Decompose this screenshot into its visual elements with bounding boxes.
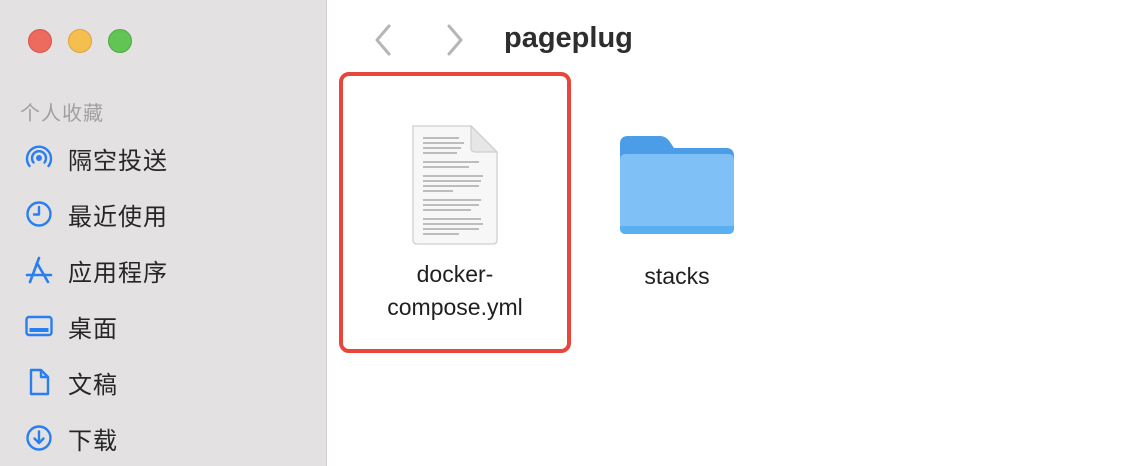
close-window-button[interactable] bbox=[28, 29, 52, 53]
sidebar-item-desktop[interactable]: 桌面 bbox=[0, 301, 327, 351]
file-name: stacks bbox=[644, 263, 710, 289]
file-item-stacks[interactable]: stacks bbox=[597, 130, 757, 293]
sidebar-item-label: 下载 bbox=[68, 426, 118, 455]
zoom-window-button[interactable] bbox=[108, 29, 132, 53]
sidebar-item-label: 文稿 bbox=[68, 370, 118, 399]
sidebar-item-label: 隔空投送 bbox=[68, 146, 168, 175]
sidebar-item-applications[interactable]: 应用程序 bbox=[0, 245, 327, 295]
sidebar-item-label: 最近使用 bbox=[68, 202, 168, 231]
minimize-window-button[interactable] bbox=[68, 29, 92, 53]
forward-button[interactable] bbox=[438, 22, 470, 58]
sidebar-item-documents[interactable]: 文稿 bbox=[0, 357, 327, 407]
folder-icon bbox=[620, 136, 734, 234]
applications-icon bbox=[25, 256, 53, 284]
file-name-line2: compose.yml bbox=[387, 294, 523, 320]
sidebar-section-title: 个人收藏 bbox=[20, 101, 104, 125]
file-name-line1: docker- bbox=[416, 261, 494, 287]
clock-icon bbox=[26, 201, 52, 227]
sidebar-item-label: 桌面 bbox=[68, 314, 118, 343]
sidebar: 个人收藏 隔空投送 最近使用 应用程序 桌面 文稿 下载 bbox=[0, 0, 327, 466]
download-icon bbox=[26, 425, 52, 451]
sidebar-item-recents[interactable]: 最近使用 bbox=[0, 189, 327, 239]
document-icon bbox=[29, 368, 50, 396]
airdrop-icon bbox=[25, 145, 53, 168]
file-item-docker-compose[interactable]: docker- compose.yml bbox=[355, 122, 555, 324]
window-title: pageplug bbox=[504, 22, 633, 54]
sidebar-item-label: 应用程序 bbox=[68, 258, 168, 287]
sidebar-item-airdrop[interactable]: 隔空投送 bbox=[0, 133, 327, 183]
desktop-icon bbox=[25, 315, 53, 337]
sidebar-item-downloads[interactable]: 下载 bbox=[0, 413, 327, 463]
text-file-icon bbox=[412, 124, 499, 245]
back-button[interactable] bbox=[368, 22, 400, 58]
